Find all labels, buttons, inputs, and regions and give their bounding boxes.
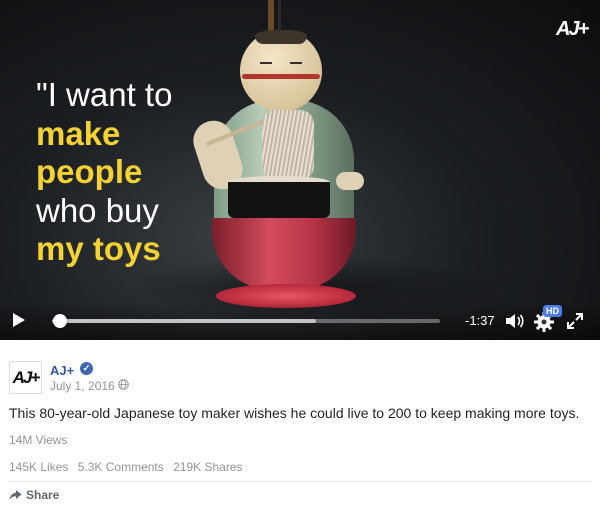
verified-badge-icon: ✓ xyxy=(80,362,93,375)
post-message: This 80-year-old Japanese toy maker wish… xyxy=(9,405,580,421)
divider xyxy=(9,481,591,482)
post-date-link[interactable]: July 1, 2016 · xyxy=(50,379,122,393)
doll-skirt xyxy=(212,218,356,290)
aj-plus-watermark-logo: AJ+ xyxy=(556,18,589,40)
fullscreen-icon[interactable] xyxy=(566,312,584,330)
doll-hair xyxy=(255,30,307,44)
shares-count-link[interactable]: 219K Shares xyxy=(173,460,242,474)
quote-line-highlight: my toys xyxy=(36,230,161,267)
share-arrow-icon xyxy=(9,490,22,500)
view-count: 14M Views xyxy=(9,433,68,447)
video-quote-overlay: "I want to make people who buy my toys xyxy=(36,76,226,269)
hd-badge: HD xyxy=(543,305,562,317)
video-controls-bar: -1:37 HD xyxy=(0,302,600,340)
doll-headband xyxy=(242,74,320,79)
quote-line: "I want to xyxy=(36,76,173,113)
doll-bowl xyxy=(228,182,330,218)
page-name-link[interactable]: AJ+ xyxy=(50,363,74,378)
volume-icon[interactable] xyxy=(505,312,525,330)
time-remaining: -1:37 xyxy=(465,313,495,328)
globe-icon[interactable] xyxy=(118,379,129,390)
video-scrubber-handle[interactable] xyxy=(53,314,67,328)
page-avatar[interactable]: AJ+ xyxy=(9,361,42,394)
quote-line-highlight: make xyxy=(36,114,121,152)
likes-count-link[interactable]: 145K Likes xyxy=(9,460,68,474)
doll-eye xyxy=(260,62,272,64)
quote-line: who buy xyxy=(36,191,159,229)
video-progress-bar[interactable] xyxy=(52,319,440,323)
play-icon[interactable] xyxy=(12,312,26,328)
quote-line-highlight: people xyxy=(36,153,143,190)
share-label: Share xyxy=(26,488,60,502)
doll-noodles xyxy=(262,110,314,180)
comments-count-link[interactable]: 5.3K Comments xyxy=(78,460,164,474)
engagement-stats: 145K Likes 5.3K Comments 219K Shares xyxy=(9,460,249,474)
doll-arm xyxy=(336,172,364,190)
video-player[interactable]: "I want to make people who buy my toys A… xyxy=(0,0,600,340)
doll-eye xyxy=(290,62,302,64)
video-buffered-fill xyxy=(52,319,316,323)
